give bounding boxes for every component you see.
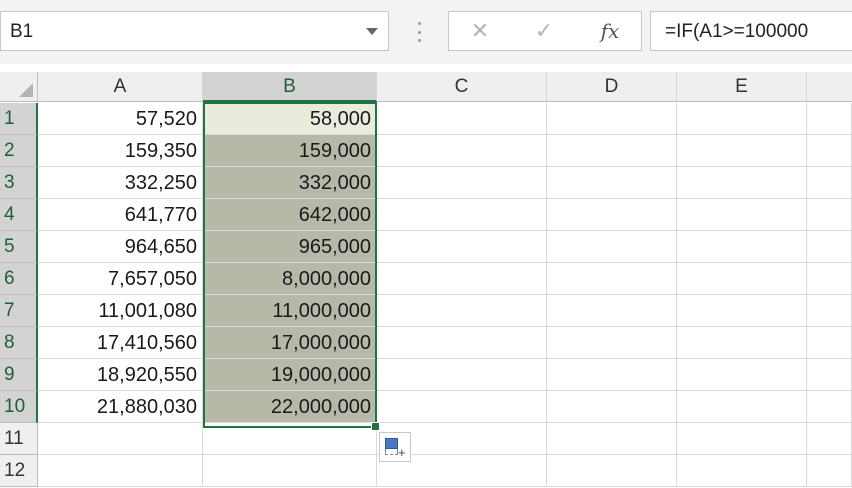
cell-f6[interactable] <box>807 263 852 295</box>
cell-a5[interactable]: 964,650 <box>38 231 203 263</box>
cell-a1[interactable]: 57,520 <box>38 103 203 135</box>
cell-d9[interactable] <box>547 359 677 391</box>
row-header-7[interactable]: 7 <box>0 295 38 327</box>
cell-f8[interactable] <box>807 327 852 359</box>
cell-d6[interactable] <box>547 263 677 295</box>
row-header-11[interactable]: 11 <box>0 423 38 455</box>
cell-c7[interactable] <box>377 295 547 327</box>
column-header-b[interactable]: B <box>203 72 377 102</box>
cell-a2[interactable]: 159,350 <box>38 135 203 167</box>
cell-d10[interactable] <box>547 391 677 423</box>
cell-d7[interactable] <box>547 295 677 327</box>
select-all-triangle-icon <box>19 83 33 97</box>
cell-f4[interactable] <box>807 199 852 231</box>
cell-f12[interactable] <box>807 455 852 487</box>
row-header-3[interactable]: 3 <box>0 167 38 199</box>
cell-e10[interactable] <box>677 391 807 423</box>
row-header-1[interactable]: 1 <box>0 103 38 135</box>
cell-a3[interactable]: 332,250 <box>38 167 203 199</box>
cell-d8[interactable] <box>547 327 677 359</box>
select-all-corner[interactable] <box>0 72 38 102</box>
cell-f9[interactable] <box>807 359 852 391</box>
cell-d1[interactable] <box>547 103 677 135</box>
cell-e3[interactable] <box>677 167 807 199</box>
cell-c9[interactable] <box>377 359 547 391</box>
cell-d4[interactable] <box>547 199 677 231</box>
row-header-9[interactable]: 9 <box>0 359 38 391</box>
row-header-5[interactable]: 5 <box>0 231 38 263</box>
cell-c1[interactable] <box>377 103 547 135</box>
cell-a10[interactable]: 21,880,030 <box>38 391 203 423</box>
row-header-6[interactable]: 6 <box>0 263 38 295</box>
cell-e9[interactable] <box>677 359 807 391</box>
cell-e8[interactable] <box>677 327 807 359</box>
cell-a12[interactable] <box>38 455 203 487</box>
chevron-down-icon[interactable] <box>366 28 378 35</box>
row-header-2[interactable]: 2 <box>0 135 38 167</box>
cell-f2[interactable] <box>807 135 852 167</box>
formula-text: =IF(A1>=100000 <box>665 21 809 42</box>
name-box[interactable]: B1 <box>0 11 389 51</box>
selection-border <box>203 102 377 428</box>
cancel-icon[interactable]: ✕ <box>465 18 495 44</box>
cell-f3[interactable] <box>807 167 852 199</box>
formula-bar-area: B1 ✕ ✓ fx =IF(A1>=100000 <box>0 0 852 64</box>
column-header-e[interactable]: E <box>677 72 807 102</box>
cell-d3[interactable] <box>547 167 677 199</box>
cell-d2[interactable] <box>547 135 677 167</box>
cell-d11[interactable] <box>547 423 677 455</box>
cell-b12[interactable] <box>203 455 377 487</box>
plus-icon: + <box>398 445 406 460</box>
cell-c3[interactable] <box>377 167 547 199</box>
row-header-4[interactable]: 4 <box>0 199 38 231</box>
cell-e5[interactable] <box>677 231 807 263</box>
cell-c10[interactable] <box>377 391 547 423</box>
cell-f5[interactable] <box>807 231 852 263</box>
cell-e1[interactable] <box>677 103 807 135</box>
cell-a11[interactable] <box>38 423 203 455</box>
cell-f1[interactable] <box>807 103 852 135</box>
row-header-8[interactable]: 8 <box>0 327 38 359</box>
quick-analysis-dashed-icon <box>385 449 398 455</box>
cell-a4[interactable]: 641,770 <box>38 199 203 231</box>
cell-a7[interactable]: 11,001,080 <box>38 295 203 327</box>
row-header-10[interactable]: 10 <box>0 391 38 423</box>
name-box-value: B1 <box>10 21 34 42</box>
column-header-a[interactable]: A <box>38 72 203 102</box>
cell-c6[interactable] <box>377 263 547 295</box>
cell-c5[interactable] <box>377 231 547 263</box>
column-header-f[interactable] <box>807 72 852 102</box>
column-header-d[interactable]: D <box>547 72 677 102</box>
formula-buttons: ✕ ✓ fx <box>448 11 642 51</box>
cell-e11[interactable] <box>677 423 807 455</box>
cell-a9[interactable]: 18,920,550 <box>38 359 203 391</box>
insert-function-icon[interactable]: fx <box>595 18 625 44</box>
cell-e7[interactable] <box>677 295 807 327</box>
cell-a8[interactable]: 17,410,560 <box>38 327 203 359</box>
column-header-c[interactable]: C <box>377 72 547 102</box>
cell-f10[interactable] <box>807 391 852 423</box>
formula-bar-grip-icon[interactable] <box>418 22 421 42</box>
cell-d5[interactable] <box>547 231 677 263</box>
cell-d12[interactable] <box>547 455 677 487</box>
cell-f7[interactable] <box>807 295 852 327</box>
row-header-12[interactable]: 12 <box>0 455 38 487</box>
cell-e2[interactable] <box>677 135 807 167</box>
cell-e6[interactable] <box>677 263 807 295</box>
formula-input[interactable]: =IF(A1>=100000 <box>650 11 852 51</box>
cell-a6[interactable]: 7,657,050 <box>38 263 203 295</box>
cell-c8[interactable] <box>377 327 547 359</box>
quick-analysis-icon <box>385 438 398 449</box>
cell-f11[interactable] <box>807 423 852 455</box>
cell-e4[interactable] <box>677 199 807 231</box>
quick-analysis-button[interactable]: + <box>379 432 411 462</box>
check-icon[interactable]: ✓ <box>529 18 559 44</box>
fill-handle[interactable] <box>371 422 380 431</box>
cell-c4[interactable] <box>377 199 547 231</box>
cell-e12[interactable] <box>677 455 807 487</box>
cell-c2[interactable] <box>377 135 547 167</box>
